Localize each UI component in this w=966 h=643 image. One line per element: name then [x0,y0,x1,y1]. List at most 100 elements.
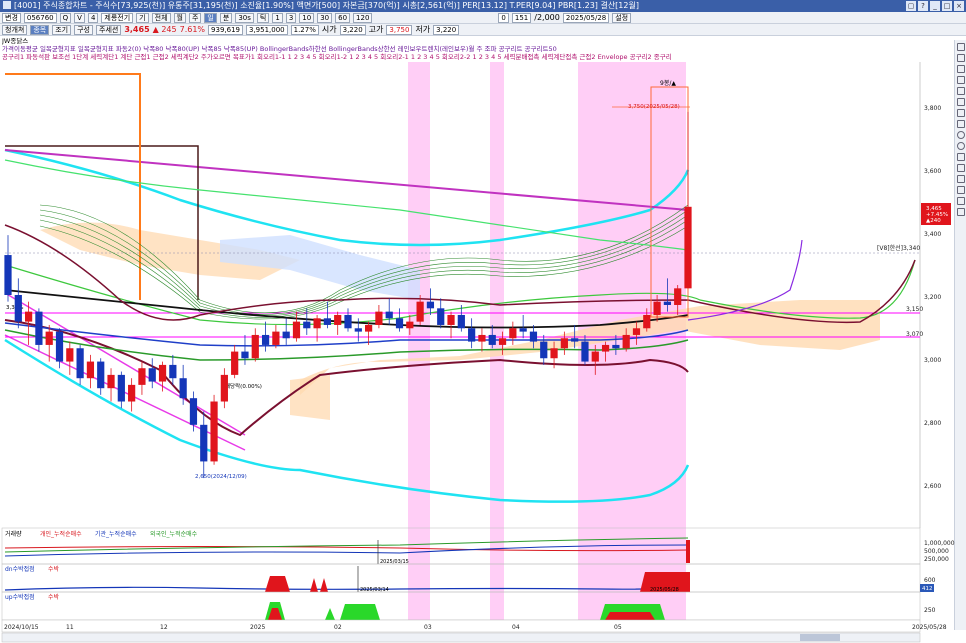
candle-body [653,301,661,315]
candle-body [35,311,43,345]
scrollbar-thumb[interactable] [800,634,840,641]
osc1-legend-watermelon: 수박 [48,565,60,573]
candle-body [313,318,321,329]
volume-tick: 1,000,000 [924,540,955,547]
candle-body [684,206,692,289]
high-label: 3,750(2025/05/28) [628,104,680,110]
time-tick: 11 [66,624,74,631]
osc2-frame [1,591,921,621]
osc2-signal-green [265,602,665,620]
candle-body [540,341,548,359]
osc1-legend: dn수박접점 [5,565,35,573]
price-tick: 2,800 [924,420,941,427]
candle-body [601,344,610,352]
price-tick: 3,400 [924,231,941,238]
time-tick: 2025 [250,624,265,631]
time-tick: 04 [512,624,520,631]
candle-body [138,368,146,385]
volume-panel: 거래량 개인_누적순매수 기관_누적순매수 외국인_누적순매수 1,000,00… [1,527,955,565]
candle-body [220,374,228,402]
candle-body [416,301,424,322]
level-label-mid: 3,150 [906,306,923,313]
candle-body [365,324,373,332]
candle-body [148,368,156,382]
osc2-tick: 250 [924,607,936,614]
candle-body [334,314,342,325]
candle-body [210,401,218,462]
candle-body [45,331,53,345]
time-tick: 02 [334,624,342,631]
scrollbar-track[interactable] [1,632,921,643]
volume-bar-today [686,540,690,563]
candle-body [354,328,362,332]
time-tick: 2024/10/15 [4,624,39,631]
candle-body [612,344,620,349]
candle-body [468,328,476,342]
candle-body [375,311,383,325]
candle-body [251,334,259,359]
candle-body [395,318,404,329]
level-label-upper: [V8]한선]3,340 [877,244,920,252]
candle-body [643,314,651,329]
candle-body [571,338,579,342]
candle-body [426,301,435,309]
candle-body [591,351,599,362]
osc2-legend-watermelon: 수박 [48,593,60,601]
candle-body [76,348,84,379]
volume-tick: 250,000 [924,556,949,563]
volume-legend: 거래량 [5,530,22,538]
candle-body [406,321,414,329]
candle-body [117,374,125,402]
price-tick: 3,600 [924,168,941,175]
low-label: 2,650(2024/12/09) [195,474,247,480]
time-axis: 2024/10/15 11 12 2025 02 03 04 05 2025/0… [1,619,947,633]
candle-body [4,255,12,295]
candle-body [292,321,301,339]
candle-body [457,314,465,329]
volume-legend-individual: 개인_누적순매수 [40,530,82,538]
candle-body [519,328,527,332]
dividend-label: 배당락(0.00%) [225,382,262,390]
candle-body [581,341,589,362]
candle-body [189,398,198,425]
candle-body [169,364,177,379]
candle-body [344,314,352,329]
price-tick: 3,000 [924,357,941,364]
osc1-value: 412 [922,586,933,592]
osc2-legend: up수박접점 [5,593,35,601]
time-tick: 12 [160,624,168,631]
candle-body [488,334,496,345]
candle-body [66,348,74,362]
candle-body [107,374,115,389]
time-end-label: 2025/05/28 [912,624,947,631]
candle-body [272,331,280,345]
horizontal-scrollbar[interactable] [1,632,921,643]
volume-legend-foreign: 외국인_누적순매수 [150,530,198,538]
price-tick: 3,200 [924,294,941,301]
candle-body [478,334,486,342]
time-tick: 03 [424,624,432,631]
candle-body [622,334,630,349]
stock-chart[interactable]: 3,800 3,600 3,400 3,200 3,000 2,800 2,60… [0,0,966,643]
current-price-tag-vol: ▲240 [926,218,941,224]
candle-body [241,351,249,359]
candle-body [498,338,507,345]
candle-body [158,364,167,382]
signal-band [408,62,430,622]
price-tick: 2,600 [924,483,941,490]
price-tick: 3,800 [924,105,941,112]
volume-panel-frame [1,527,921,565]
candle-body [86,361,95,379]
candle-body [25,311,33,322]
candle-body [323,318,331,325]
candle-body [261,334,270,345]
candle-body [231,351,239,375]
candle-body [447,314,455,325]
osc1-tick: 600 [924,577,936,584]
time-axis-bg [1,619,921,633]
volume-legend-institution: 기관_누적순매수 [95,530,137,538]
candle-body [179,378,187,399]
candle-body [560,338,568,349]
candle-body [663,301,671,305]
candle-body [674,288,682,305]
